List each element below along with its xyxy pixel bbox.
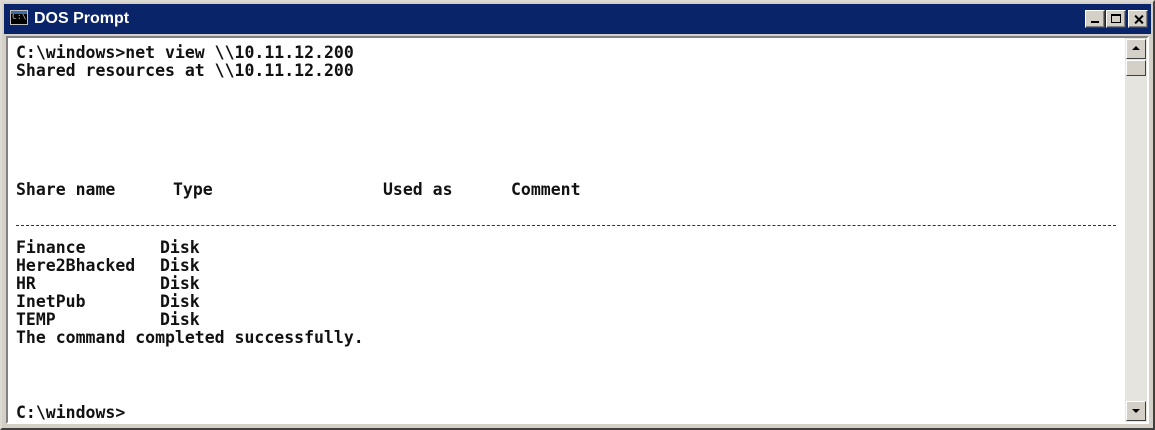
header-comment: Comment xyxy=(511,180,581,199)
window-title: DOS Prompt xyxy=(34,10,130,27)
console-output[interactable]: C:\windows>net view \\10.11.12.200 Share… xyxy=(8,38,1125,422)
header-type: Type xyxy=(173,180,213,199)
share-name: Finance xyxy=(16,238,86,257)
command-prompt[interactable]: C:\windows> xyxy=(16,404,125,422)
share-name: HR xyxy=(16,274,36,293)
minimize-button[interactable] xyxy=(1085,10,1105,28)
share-name: InetPub xyxy=(16,292,86,311)
scroll-up-button[interactable] xyxy=(1126,39,1146,59)
scroll-down-button[interactable] xyxy=(1126,401,1146,421)
command-line: C:\windows>net view \\10.11.12.200 xyxy=(16,43,354,62)
shared-resources-line: Shared resources at \\10.11.12.200 xyxy=(16,61,354,80)
console-icon[interactable]: C:\ xyxy=(10,10,28,25)
completion-message: The command completed successfully. xyxy=(16,328,364,347)
share-type: Disk xyxy=(160,292,200,311)
header-used-as: Used as xyxy=(383,180,453,199)
share-type: Disk xyxy=(160,310,200,329)
header-share-name: Share name xyxy=(16,180,116,199)
scroll-thumb[interactable] xyxy=(1126,60,1146,76)
dos-prompt-window: C:\ DOS Prompt C:\windows>net view \\10.… xyxy=(0,0,1155,430)
share-type: Disk xyxy=(160,238,200,257)
vertical-scrollbar[interactable] xyxy=(1125,38,1147,422)
share-name: Here2Bhacked xyxy=(16,256,136,275)
share-type: Disk xyxy=(160,256,200,275)
header-separator xyxy=(16,225,1116,226)
close-button[interactable] xyxy=(1128,10,1148,28)
share-type: Disk xyxy=(160,274,200,293)
share-name: TEMP xyxy=(16,310,56,329)
maximize-button[interactable] xyxy=(1106,10,1126,28)
title-bar[interactable]: C:\ DOS Prompt xyxy=(4,4,1151,34)
console-area[interactable]: C:\windows>net view \\10.11.12.200 Share… xyxy=(6,36,1149,424)
